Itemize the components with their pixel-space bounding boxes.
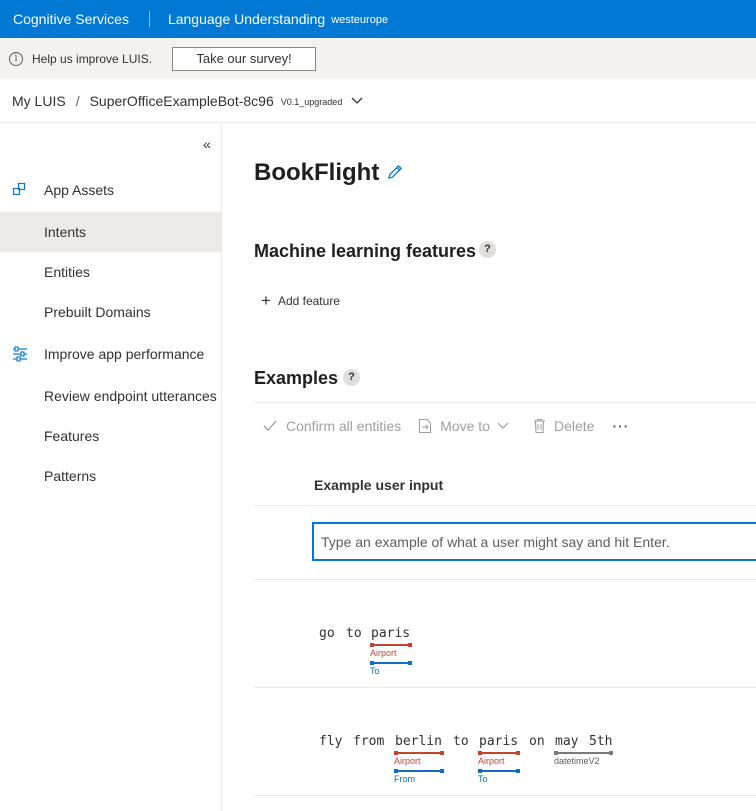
- more-options-button[interactable]: ···: [612, 418, 629, 434]
- divider: [254, 579, 756, 580]
- utterance-token[interactable]: berlin: [395, 734, 442, 749]
- survey-banner: i Help us improve LUIS. Take our survey!: [0, 38, 756, 79]
- app-assets-icon: [12, 182, 26, 196]
- features-heading: Machine learning features: [254, 241, 477, 261]
- sidebar: « App Assets Intents Entities Prebuilt D…: [0, 123, 222, 811]
- sidebar-item-review-endpoint[interactable]: Review endpoint utterances: [0, 376, 221, 416]
- column-header-example-input: Example user input: [314, 477, 444, 493]
- page-title: BookFlight: [254, 159, 380, 186]
- sidebar-item-label: Intents: [44, 224, 87, 240]
- confirm-all-entities-button[interactable]: Confirm all entities: [262, 418, 401, 434]
- chevron-down-icon[interactable]: [350, 96, 364, 106]
- entity-underline-datetime[interactable]: [554, 751, 613, 755]
- sidebar-item-prebuilt-domains[interactable]: Prebuilt Domains: [0, 292, 221, 332]
- checkmark-icon: [263, 420, 277, 431]
- confirm-all-label: Confirm all entities: [286, 417, 402, 434]
- utterance-token: fly: [319, 734, 343, 749]
- breadcrumb-my-luis[interactable]: My LUIS: [12, 93, 66, 109]
- examples-toolbar: Confirm all entities Move to Delete ···: [254, 402, 756, 448]
- utterance-token: on: [529, 734, 545, 749]
- examples-heading: Examples: [254, 368, 339, 388]
- breadcrumb: My LUIS / SuperOfficeExampleBot-8c96 V0.…: [0, 79, 756, 123]
- entity-underline-airport[interactable]: [394, 751, 444, 755]
- sidebar-item-label: Features: [44, 428, 100, 444]
- utterance-token: to: [453, 734, 469, 749]
- sidebar-item-label: Prebuilt Domains: [44, 304, 151, 320]
- info-icon: i: [9, 51, 23, 66]
- chevron-down-icon: [497, 422, 509, 429]
- entity-label-to[interactable]: To: [370, 666, 380, 676]
- region-label: westeurope: [331, 13, 389, 26]
- entity-label-airport[interactable]: Airport: [394, 756, 421, 766]
- take-survey-button[interactable]: Take our survey!: [172, 46, 317, 71]
- delete-label: Delete: [553, 417, 595, 434]
- entity-label-datetime[interactable]: datetimeV2: [554, 756, 600, 766]
- help-icon[interactable]: ?: [479, 241, 496, 258]
- version-label[interactable]: V0.1_upgraded: [281, 97, 343, 107]
- breadcrumb-separator: /: [75, 92, 80, 109]
- sidebar-item-features[interactable]: Features: [0, 416, 221, 456]
- survey-message: Help us improve LUIS.: [32, 51, 153, 66]
- add-feature-label: Add feature: [277, 294, 340, 308]
- utterance-token[interactable]: paris: [479, 734, 518, 749]
- sidebar-item-intents[interactable]: Intents: [0, 212, 221, 252]
- sidebar-item-label: Improve app performance: [44, 346, 205, 362]
- top-header-bar: Cognitive Services Language Understandin…: [0, 0, 756, 38]
- sidebar-item-app-assets[interactable]: App Assets: [0, 170, 221, 210]
- move-document-icon: [419, 418, 432, 433]
- utterance-token: go: [319, 626, 335, 641]
- add-feature-button[interactable]: + Add feature: [261, 291, 340, 310]
- sidebar-item-label: Patterns: [44, 468, 97, 484]
- sidebar-item-label: Entities: [44, 264, 90, 280]
- entity-underline-airport[interactable]: [478, 751, 520, 755]
- sidebar-item-entities[interactable]: Entities: [0, 252, 221, 292]
- delete-button[interactable]: Delete: [533, 418, 594, 434]
- utterance-token[interactable]: 5th: [589, 734, 612, 749]
- entity-label-to[interactable]: To: [478, 774, 488, 784]
- entity-underline-to[interactable]: [478, 769, 520, 773]
- example-utterance-input[interactable]: [314, 524, 756, 559]
- collapse-sidebar-icon[interactable]: «: [203, 136, 211, 152]
- divider: [254, 687, 756, 688]
- breadcrumb-app-name[interactable]: SuperOfficeExampleBot-8c96: [90, 93, 274, 109]
- trash-icon: [533, 418, 545, 433]
- sliders-icon: [13, 346, 27, 362]
- entity-label-airport[interactable]: Airport: [478, 756, 505, 766]
- utterance-token[interactable]: paris: [371, 626, 410, 641]
- utterance-token[interactable]: may: [555, 734, 578, 749]
- entity-underline-airport[interactable]: [370, 643, 412, 647]
- header-separator: [148, 11, 150, 27]
- entity-label-airport[interactable]: Airport: [370, 648, 397, 658]
- move-to-button[interactable]: Move to: [418, 418, 517, 434]
- entity-label-from[interactable]: From: [394, 774, 415, 784]
- more-icon: ···: [612, 417, 630, 434]
- sidebar-item-patterns[interactable]: Patterns: [0, 456, 221, 496]
- pencil-icon[interactable]: [386, 163, 404, 181]
- entity-underline-to[interactable]: [370, 661, 412, 665]
- utterance-token: to: [346, 626, 362, 641]
- entity-underline-from[interactable]: [394, 769, 444, 773]
- utterance-token: from: [353, 734, 385, 749]
- divider: [254, 505, 756, 506]
- product-name[interactable]: Language Understanding: [168, 11, 325, 27]
- sidebar-item-label: App Assets: [44, 182, 115, 198]
- cognitive-services-link[interactable]: Cognitive Services: [0, 11, 129, 27]
- help-icon[interactable]: ?: [343, 369, 360, 386]
- sidebar-item-improve-performance[interactable]: Improve app performance: [0, 334, 221, 374]
- example-input-box[interactable]: [312, 522, 756, 561]
- plus-icon: +: [261, 291, 271, 310]
- move-to-label: Move to: [440, 417, 490, 434]
- divider: [254, 795, 756, 796]
- sidebar-item-label: Review endpoint utterances: [44, 388, 217, 404]
